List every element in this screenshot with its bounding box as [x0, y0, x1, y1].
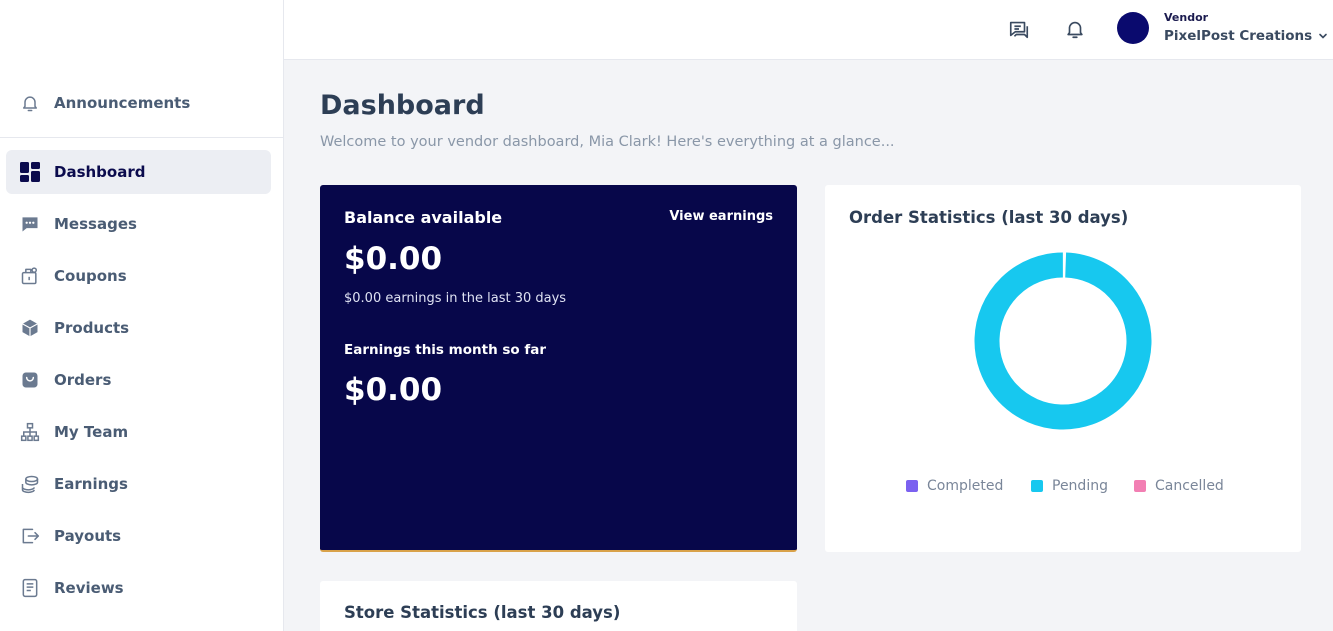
sidebar-item-payouts[interactable]: Payouts — [6, 514, 271, 558]
sidebar-item-my-team[interactable]: My Team — [6, 410, 271, 454]
balance-card: Balance available View earnings $0.00 $0… — [320, 185, 797, 552]
store-statistics-card: Store Statistics (last 30 days) — [320, 581, 797, 631]
legend-label: Completed — [927, 478, 1004, 494]
sidebar-item-earnings[interactable]: Earnings — [6, 462, 271, 506]
sidebar-item-products[interactable]: Products — [6, 306, 271, 350]
legend-label: Cancelled — [1155, 478, 1224, 494]
coupon-icon — [19, 265, 41, 287]
sidebar-item-dashboard[interactable]: Dashboard — [6, 150, 271, 194]
messages-icon[interactable] — [1007, 17, 1031, 41]
legend-swatch — [906, 480, 918, 492]
legend-label: Pending — [1052, 478, 1108, 494]
vendor-name: PixelPost Creations — [1164, 28, 1313, 44]
store-statistics-title: Store Statistics (last 30 days) — [344, 603, 621, 622]
order-statistics-card: Order Statistics (last 30 days) Complete… — [825, 185, 1301, 552]
coins-icon — [19, 473, 41, 495]
sidebar-item-label: Reviews — [54, 579, 124, 597]
sidebar-divider — [0, 137, 284, 138]
document-icon — [19, 577, 41, 599]
month-earnings-label: Earnings this month so far — [344, 342, 547, 358]
page-subtitle: Welcome to your vendor dashboard, Mia Cl… — [320, 134, 895, 150]
balance-amount: $0.00 — [344, 241, 443, 277]
sidebar-item-reviews[interactable]: Reviews — [6, 566, 271, 610]
legend-item-completed[interactable]: Completed — [906, 478, 1003, 494]
view-earnings-link[interactable]: View earnings — [669, 209, 773, 224]
vendor-menu[interactable]: PixelPost Creations — [1164, 28, 1328, 44]
sidebar-item-label: Dashboard — [54, 163, 146, 181]
month-earnings-amount: $0.00 — [344, 372, 443, 408]
vendor-role: Vendor — [1164, 11, 1209, 24]
sidebar-item-messages[interactable]: Messages — [6, 202, 271, 246]
sidebar-item-label: Orders — [54, 371, 112, 389]
bell-icon — [19, 92, 41, 114]
sidebar-item-label: Announcements — [54, 94, 191, 112]
sidebar: Announcements Dashboard Messages Coupons… — [0, 0, 284, 631]
sidebar-item-orders[interactable]: Orders — [6, 358, 271, 402]
dashboard-icon — [19, 161, 41, 183]
top-bar: Vendor PixelPost Creations — [284, 0, 1333, 60]
order-statistics-title: Order Statistics (last 30 days) — [849, 208, 1129, 227]
page-title: Dashboard — [320, 90, 485, 121]
legend-item-pending[interactable]: Pending — [1031, 478, 1108, 494]
legend-item-cancelled[interactable]: Cancelled — [1134, 478, 1224, 494]
chevron-down-icon — [1318, 31, 1328, 41]
chat-icon — [19, 213, 41, 235]
balance-title: Balance available — [344, 208, 503, 227]
sidebar-item-label: Coupons — [54, 267, 127, 285]
sidebar-item-coupons[interactable]: Coupons — [6, 254, 271, 298]
order-donut-chart — [974, 252, 1152, 430]
sidebar-item-label: Messages — [54, 215, 137, 233]
balance-note: $0.00 earnings in the last 30 days — [344, 291, 567, 306]
avatar[interactable] — [1117, 12, 1149, 44]
donut-slice-pending[interactable] — [974, 252, 1152, 430]
box-icon — [19, 317, 41, 339]
sidebar-item-label: Earnings — [54, 475, 128, 493]
legend-swatch — [1031, 480, 1043, 492]
sidebar-item-label: Products — [54, 319, 130, 337]
notifications-bell-icon[interactable] — [1063, 17, 1087, 41]
sidebar-item-label: My Team — [54, 423, 129, 441]
sidebar-item-announcements[interactable]: Announcements — [6, 81, 271, 125]
export-icon — [19, 525, 41, 547]
legend-swatch — [1134, 480, 1146, 492]
org-chart-icon — [19, 421, 41, 443]
sidebar-item-label: Payouts — [54, 527, 122, 545]
bag-icon — [19, 369, 41, 391]
